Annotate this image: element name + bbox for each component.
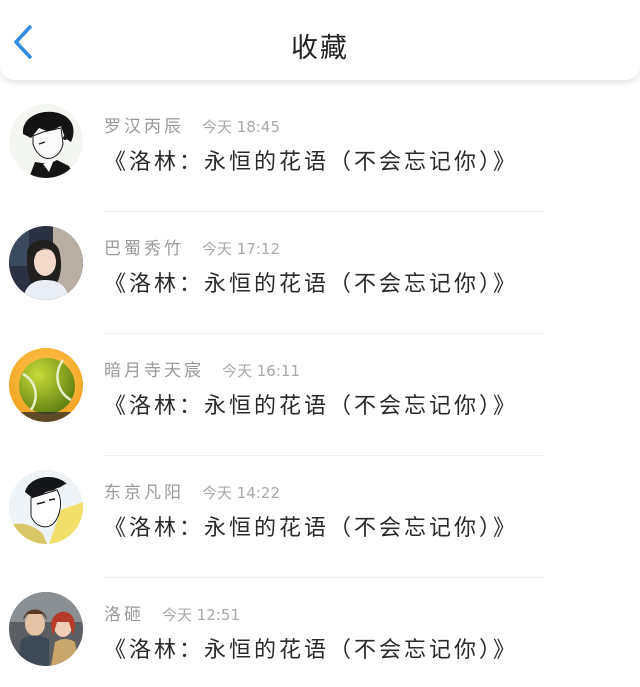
avatar[interactable] [9, 470, 83, 544]
favorite-title[interactable]: 《洛林：永恒的花语（不会忘记你）》 [104, 144, 518, 176]
list-item[interactable]: 巴蜀秀竹 今天 17:12 《洛林：永恒的花语（不会忘记你）》 [0, 212, 640, 334]
game-characters-avatar-icon [9, 592, 83, 666]
avatar[interactable] [9, 104, 83, 178]
top-bar: 收藏 [0, 0, 640, 80]
avatar[interactable] [9, 348, 83, 422]
list-item[interactable]: 东京凡阳 今天 14:22 《洛林：永恒的花语（不会忘记你）》 [0, 456, 640, 578]
girl-photo-avatar-icon [9, 226, 83, 300]
timestamp: 今天 17:12 [202, 240, 280, 258]
item-meta: 东京凡阳 今天 14:22 [104, 478, 280, 503]
list-item[interactable]: 洛砸 今天 12:51 《洛林：永恒的花语（不会忘记你）》 [0, 578, 640, 687]
timestamp: 今天 16:11 [222, 362, 300, 380]
timestamp: 今天 12:51 [162, 606, 240, 624]
anime-face-avatar-icon [9, 470, 83, 544]
favorite-title[interactable]: 《洛林：永恒的花语（不会忘记你）》 [104, 632, 518, 664]
avatar[interactable] [9, 592, 83, 666]
user-name[interactable]: 洛砸 [104, 605, 144, 625]
anime-boy-avatar-icon [9, 104, 83, 178]
user-name[interactable]: 罗汉丙辰 [104, 117, 184, 137]
favorites-list: 罗汉丙辰 今天 18:45 《洛林：永恒的花语（不会忘记你）》 巴蜀秀竹 今天 17 [0, 90, 640, 687]
page-title: 收藏 [291, 33, 349, 64]
favorites-page: 收藏 罗汉丙辰 今天 18:45 《洛林：永恒的花语（不会忘记你）》 巴蜀秀竹 … [0, 0, 640, 687]
list-item[interactable]: 罗汉丙辰 今天 18:45 《洛林：永恒的花语（不会忘记你）》 [0, 90, 640, 212]
favorite-title[interactable]: 《洛林：永恒的花语（不会忘记你）》 [104, 388, 518, 420]
item-meta: 罗汉丙辰 今天 18:45 [104, 112, 280, 137]
user-name[interactable]: 巴蜀秀竹 [104, 239, 184, 259]
tennis-ball-avatar-icon [9, 348, 83, 422]
favorite-title[interactable]: 《洛林：永恒的花语（不会忘记你）》 [104, 510, 518, 542]
item-meta: 洛砸 今天 12:51 [104, 600, 240, 625]
item-meta: 暗月寺天宸 今天 16:11 [104, 356, 300, 381]
timestamp: 今天 14:22 [202, 484, 280, 502]
user-name[interactable]: 暗月寺天宸 [104, 361, 204, 381]
timestamp: 今天 18:45 [202, 118, 280, 136]
user-name[interactable]: 东京凡阳 [104, 483, 184, 503]
favorite-title[interactable]: 《洛林：永恒的花语（不会忘记你）》 [104, 266, 518, 298]
item-meta: 巴蜀秀竹 今天 17:12 [104, 234, 280, 259]
avatar[interactable] [9, 226, 83, 300]
list-item[interactable]: 暗月寺天宸 今天 16:11 《洛林：永恒的花语（不会忘记你）》 [0, 334, 640, 456]
